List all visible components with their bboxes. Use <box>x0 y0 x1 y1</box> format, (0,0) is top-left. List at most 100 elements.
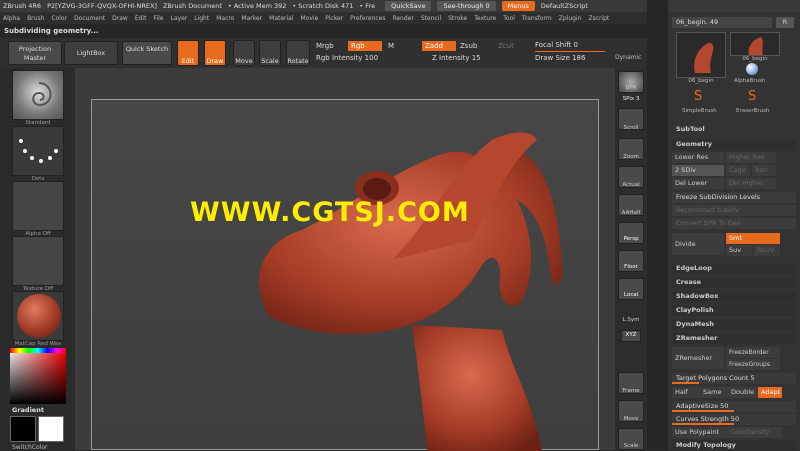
material-thumb[interactable] <box>12 291 64 341</box>
menu-item[interactable]: Movie <box>301 15 319 22</box>
menu-item[interactable]: Edit <box>135 15 147 22</box>
alphabrush-icon[interactable] <box>746 63 758 75</box>
menu-item[interactable]: Macro <box>216 15 234 22</box>
mrgb-button[interactable]: Mrgb <box>316 42 334 50</box>
menu-item[interactable]: Tool <box>503 15 515 22</box>
menu-item[interactable]: Light <box>194 15 209 22</box>
rstr-button[interactable]: Rstr <box>752 165 776 176</box>
alpha-thumb[interactable] <box>12 181 64 231</box>
target-polygons-slider[interactable]: Target Polygons Count 5 <box>672 373 796 384</box>
convert-bpr-button[interactable]: Convert BPR To Geo <box>672 218 796 229</box>
rotate-button[interactable]: Rotate <box>286 40 310 66</box>
simplebrush-icon[interactable]: S <box>694 90 706 104</box>
hue-strip[interactable] <box>10 348 66 353</box>
menu-item[interactable]: Material <box>269 15 293 22</box>
rgb-button[interactable]: Rgb <box>348 41 382 51</box>
lower-res-button[interactable]: Lower Res <box>672 152 724 163</box>
eraserbrush-icon[interactable]: S <box>748 90 760 104</box>
menu-item[interactable]: Transform <box>522 15 552 22</box>
see-through-slider[interactable]: See-through 0 <box>437 1 496 11</box>
dynamic-toggle[interactable]: Dynamic <box>615 54 641 61</box>
zsub-button[interactable]: Zsub <box>460 42 477 50</box>
zadd-button[interactable]: Zadd <box>422 41 456 51</box>
tray-divider[interactable] <box>647 0 668 450</box>
edit-button[interactable]: Edit <box>177 40 199 66</box>
menu-item[interactable]: Alpha <box>3 15 20 22</box>
half-button[interactable]: Half <box>672 387 700 398</box>
lsym-button[interactable]: L.Sym <box>615 317 647 323</box>
crease-header[interactable]: Crease <box>672 277 796 288</box>
subtool-header[interactable]: SubTool <box>672 124 796 135</box>
menu-item[interactable]: Texture <box>474 15 496 22</box>
menu-item[interactable]: Document <box>74 15 105 22</box>
document-canvas[interactable] <box>91 99 600 451</box>
menu-item[interactable]: File <box>153 15 163 22</box>
zcut-button[interactable]: Zcut <box>498 42 514 50</box>
curves-strength-slider[interactable]: Curves Strength 50 <box>672 414 796 425</box>
tool-name-field[interactable]: 06_begin. 49 <box>672 17 772 28</box>
menu-item[interactable]: Zscript <box>588 15 609 22</box>
move-button[interactable]: Move <box>233 40 255 66</box>
reuv-button[interactable]: ReUV <box>754 245 780 256</box>
smt-toggle[interactable]: Smt <box>726 233 780 244</box>
use-polypaint-toggle[interactable]: Use Polypaint <box>672 427 728 438</box>
tool-thumb-1[interactable] <box>676 32 726 78</box>
menu-item[interactable]: Render <box>392 15 413 22</box>
scale-button[interactable]: Scale <box>259 40 281 66</box>
menu-item[interactable]: Marker <box>241 15 262 22</box>
r-button[interactable]: R <box>776 17 794 28</box>
cage-button[interactable]: Cage <box>726 165 750 176</box>
spix-slider[interactable]: SPix 3 <box>615 96 647 102</box>
claypolish-header[interactable]: ClayPolish <box>672 305 796 316</box>
higher-res-button[interactable]: Higher Res <box>726 152 776 163</box>
menu-item[interactable]: Picker <box>325 15 343 22</box>
double-button[interactable]: Double <box>728 387 758 398</box>
menus-button[interactable]: Menus <box>501 1 535 11</box>
del-higher-button[interactable]: Del Higher <box>726 178 776 189</box>
freezegroups-button[interactable]: FreezeGroups <box>726 359 780 370</box>
tool-thumb-2[interactable] <box>730 32 780 56</box>
secondary-color-swatch[interactable] <box>38 416 64 442</box>
quicksave-button[interactable]: QuickSave <box>385 1 432 11</box>
shadowbox-header[interactable]: ShadowBox <box>672 291 796 302</box>
same-button[interactable]: Same <box>700 387 728 398</box>
draw-size-slider[interactable]: Draw Size 186 <box>535 54 585 62</box>
color-picker[interactable] <box>10 348 66 404</box>
geometry-header[interactable]: Geometry <box>672 139 796 150</box>
modify-topology-header[interactable]: Modify Topology <box>672 440 796 451</box>
quick-sketch-button[interactable]: Quick Sketch <box>122 41 172 65</box>
reconstruct-subdiv-button[interactable]: Reconstruct Subdiv <box>672 205 796 216</box>
menu-item[interactable]: Layer <box>171 15 188 22</box>
dragon-model[interactable] <box>92 100 600 451</box>
menu-item[interactable]: Color <box>51 15 67 22</box>
freezeborder-button[interactable]: FreezeBorder <box>726 347 780 358</box>
adaptivesize-slider[interactable]: AdaptiveSize 50 <box>672 401 796 412</box>
sdiv-slider[interactable]: 2 SDiv <box>672 165 724 176</box>
lightbox-button[interactable]: LightBox <box>64 41 118 65</box>
dots-stroke-thumb[interactable] <box>12 126 64 176</box>
zremesher-button[interactable]: ZRemesher <box>672 347 724 369</box>
divide-button[interactable]: Divide <box>672 233 724 255</box>
menu-item[interactable]: Preferences <box>350 15 385 22</box>
z-intensity-slider[interactable]: Z Intensity 15 <box>432 54 481 62</box>
adapt-toggle[interactable]: Adapt <box>758 387 782 398</box>
suv-toggle[interactable]: Suv <box>726 245 752 256</box>
rgb-intensity-slider[interactable]: Rgb Intensity 100 <box>316 54 378 62</box>
default-script-button[interactable]: DefaultZScript <box>541 2 588 10</box>
main-color-swatch[interactable] <box>10 416 36 442</box>
dynamesh-header[interactable]: DynaMesh <box>672 319 796 330</box>
standard-brush-thumb[interactable] <box>12 70 64 120</box>
projection-master-button[interactable]: Projection Master <box>8 41 62 65</box>
menu-item[interactable]: Stroke <box>448 15 467 22</box>
menu-item[interactable]: Stencil <box>421 15 441 22</box>
menu-item[interactable]: Draw <box>112 15 128 22</box>
zremesher-header[interactable]: ZRemesher <box>672 333 796 344</box>
menu-item[interactable]: Zplugin <box>559 15 582 22</box>
del-lower-button[interactable]: Del Lower <box>672 178 724 189</box>
menu-item[interactable]: Brush <box>27 15 44 22</box>
freeze-subdivision-button[interactable]: Freeze SubDivision Levels <box>672 192 796 203</box>
m-button[interactable]: M <box>388 42 394 50</box>
focal-shift-slider[interactable]: Focal Shift 0 <box>535 41 578 49</box>
texture-thumb[interactable] <box>12 236 64 286</box>
edgeloop-header[interactable]: EdgeLoop <box>672 263 796 274</box>
